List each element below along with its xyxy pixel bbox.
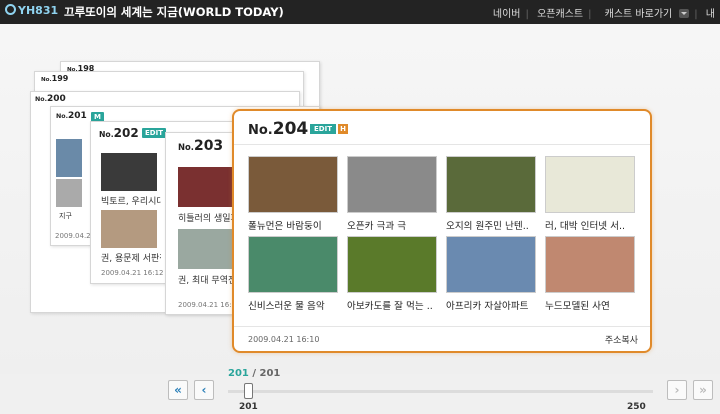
page-slider-handle[interactable] xyxy=(244,383,253,399)
slider-min-label: 201 xyxy=(239,402,258,412)
page-indicator: 201 / 201 xyxy=(228,368,280,379)
top-bar: YH831 끄루또이의 세계는 지금(WORLD TODAY) 네이버 | 오픈캐… xyxy=(0,0,720,24)
nav-opencast[interactable]: 오픈캐스트 xyxy=(532,9,588,20)
back-card-date: 2009.04.21 16:12 xyxy=(101,269,164,277)
prev-page-button[interactable]: ‹ xyxy=(194,380,214,400)
list-item[interactable]: 아보카도를 잘 먹는 .. xyxy=(347,236,439,312)
back-card-number: 199 xyxy=(51,74,69,83)
last-page-button[interactable]: » xyxy=(693,380,713,400)
thumb-caption: 빅토르, 우리시대 xyxy=(101,197,161,207)
list-item[interactable]: 신비스러운 물 음악 xyxy=(248,236,340,312)
list-item[interactable]: 폴뉴먼은 바람둥이 xyxy=(248,156,340,232)
pagination-bar: 201 / 201 « ‹ 201 250 › » xyxy=(0,368,720,414)
list-item[interactable]: 오픈카 극과 극 xyxy=(347,156,439,232)
logo[interactable]: YH831 xyxy=(5,4,58,17)
divider xyxy=(234,144,650,145)
nav-cast-shortcut[interactable]: 캐스트 바로가기 xyxy=(595,9,695,20)
back-card-number: 202 xyxy=(113,126,139,140)
nav-naver[interactable]: 네이버 xyxy=(488,9,526,20)
first-page-button[interactable]: « xyxy=(168,380,188,400)
edit-badge: EDIT xyxy=(142,128,166,138)
thumbnail[interactable] xyxy=(545,156,635,213)
page-separator: / xyxy=(248,368,260,379)
nav-cast-shortcut-label: 캐스트 바로가기 xyxy=(604,9,673,20)
slider-max-label: 250 xyxy=(627,402,646,412)
thumbnail[interactable] xyxy=(347,156,437,213)
back-card-number: 201 xyxy=(68,111,87,121)
thumbnail[interactable] xyxy=(56,139,82,177)
thumb-caption[interactable]: 폴뉴먼은 바람둥이 xyxy=(248,218,340,232)
list-item[interactable]: 러, 대박 인터넷 서.. xyxy=(545,156,637,232)
top-nav: 네이버 | 오픈캐스트 | 캐스트 바로가기 | 내 xyxy=(488,5,720,20)
thumb-caption: 권, 용문제 서판전 xyxy=(101,254,161,264)
thumb-caption[interactable]: 오픈카 극과 극 xyxy=(347,218,439,232)
next-page-button[interactable]: › xyxy=(667,380,687,400)
edit-badge[interactable]: EDIT xyxy=(310,124,336,134)
thumbnail[interactable] xyxy=(178,229,238,269)
thumbnail[interactable] xyxy=(178,167,238,207)
card-number: No.204 xyxy=(248,119,308,139)
logo-text: YH831 xyxy=(18,4,59,17)
thumb-caption[interactable]: 신비스러운 물 음악 xyxy=(248,298,340,312)
total-pages: 201 xyxy=(259,368,281,379)
chevron-down-icon[interactable] xyxy=(679,9,690,18)
thumbnail[interactable] xyxy=(446,236,536,293)
page-title: 끄루또이의 세계는 지금(WORLD TODAY) xyxy=(64,5,284,19)
thumb-caption[interactable]: 누드모델된 사연 xyxy=(545,298,637,312)
logo-icon xyxy=(5,4,16,15)
thumbnail[interactable] xyxy=(248,156,338,213)
thumbnail[interactable] xyxy=(101,153,157,191)
page-slider-track[interactable] xyxy=(228,390,653,393)
list-item[interactable]: 누드모델된 사연 xyxy=(545,236,637,312)
thumbnail[interactable] xyxy=(347,236,437,293)
thumb-caption: 권, 최대 무역전 xyxy=(178,276,237,286)
card-date: 2009.04.21 16:10 xyxy=(248,335,320,344)
thumb-caption[interactable]: 오지의 원주민 난텐.. xyxy=(446,218,538,232)
nav-my[interactable]: 내 xyxy=(701,9,720,20)
thumb-caption[interactable]: 아프리카 자살아파트 xyxy=(446,298,538,312)
current-page: 201 xyxy=(228,368,249,379)
thumbnail[interactable] xyxy=(446,156,536,213)
card-number-value: 204 xyxy=(272,119,309,139)
list-item[interactable]: 아프리카 자살아파트 xyxy=(446,236,538,312)
thumbnail[interactable] xyxy=(545,236,635,293)
back-card-number: 203 xyxy=(193,138,224,154)
back-card-number: 200 xyxy=(47,94,66,104)
divider xyxy=(234,326,650,327)
card-number-prefix: No. xyxy=(248,123,273,138)
copy-address-button[interactable]: 주소복사 xyxy=(605,333,638,346)
main-card-204[interactable]: No.204 EDIT H 폴뉴먼은 바람둥이 오픈카 극과 극 오지의 원주민… xyxy=(232,109,652,353)
thumb-caption: 히틀러의 생일파 xyxy=(178,214,238,224)
thumb-caption: 지구 xyxy=(59,212,72,220)
thumb-caption[interactable]: 아보카도를 잘 먹는 .. xyxy=(347,298,439,312)
h-badge: H xyxy=(338,124,348,134)
thumb-caption[interactable]: 러, 대박 인터넷 서.. xyxy=(545,218,637,232)
thumbnail[interactable] xyxy=(101,210,157,248)
list-item[interactable]: 오지의 원주민 난텐.. xyxy=(446,156,538,232)
thumbnail[interactable] xyxy=(248,236,338,293)
thumbnail[interactable] xyxy=(56,179,82,207)
